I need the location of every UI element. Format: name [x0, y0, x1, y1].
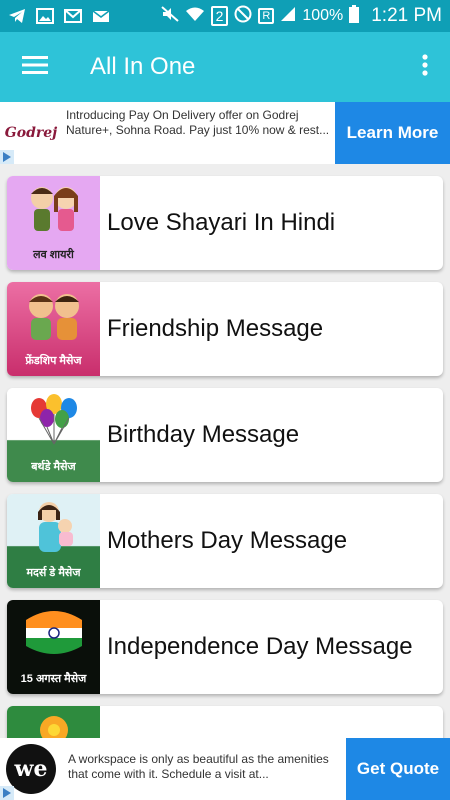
app-title: All In One	[90, 53, 196, 80]
item-thumbnail: फ्रेंडशिप मैसेज	[7, 282, 100, 376]
item-thumbnail: 15 अगस्त मैसेज	[7, 600, 100, 694]
block-icon	[234, 5, 252, 28]
battery-percent: 100%	[302, 7, 344, 24]
thumbnail-caption: लव शायरी	[33, 249, 74, 261]
item-title: Independence Day Message	[107, 633, 413, 660]
gallery-icon	[36, 8, 54, 24]
tricolor-flag-icon	[22, 606, 86, 665]
learn-more-button[interactable]: Learn More	[335, 102, 450, 164]
list-item[interactable]: मदर्स डे मैसेज Mothers Day Message	[7, 494, 443, 588]
menu-button[interactable]	[0, 32, 70, 102]
mute-icon	[160, 5, 179, 27]
item-title: Love Shayari In Hindi	[107, 209, 336, 236]
get-quote-button[interactable]: Get Quote	[346, 738, 450, 800]
item-title: Friendship Message	[107, 315, 324, 342]
item-title: Mothers Day Message	[107, 527, 348, 554]
telegram-icon	[8, 8, 26, 24]
list-item[interactable]: लव शायरी Love Shayari In Hindi	[7, 176, 443, 270]
hamburger-menu-icon	[22, 55, 48, 80]
list-item[interactable]	[7, 706, 443, 738]
gmail-icon	[64, 8, 82, 24]
adchoices-icon[interactable]	[0, 150, 14, 164]
balloons-icon	[19, 392, 89, 453]
category-list[interactable]: लव शायरी Love Shayari In Hindi फ्रेंडशिप…	[0, 164, 450, 738]
clock: 1:21 PM	[371, 5, 442, 26]
ad-text: A workspace is only as beautiful as the …	[68, 752, 329, 781]
ad-text: Introducing Pay On Delivery offer on God…	[66, 108, 330, 137]
wifi-icon	[185, 6, 205, 27]
thumbnail-caption: मदर्स डे मैसेज	[26, 567, 81, 579]
more-vert-icon	[422, 53, 428, 81]
roaming-badge: R	[258, 8, 275, 24]
bottom-banner-ad[interactable]: we A workspace is only as beautiful as t…	[0, 738, 450, 800]
adchoices-icon[interactable]	[0, 786, 14, 800]
notification-icons	[8, 8, 161, 24]
friends-illustration-icon	[19, 288, 89, 349]
couple-illustration-icon	[22, 182, 86, 243]
signal-icon	[280, 6, 296, 27]
list-item[interactable]: बर्थडे मैसेज Birthday Message	[7, 388, 443, 482]
thumbnail-caption: फ्रेंडशिप मैसेज	[25, 355, 82, 367]
thumbnail-caption: बर्थडे मैसेज	[31, 461, 76, 473]
more-options-button[interactable]	[400, 32, 450, 102]
thumbnail-caption: 15 अगस्त मैसेज	[20, 673, 87, 685]
app-bar: All In One	[0, 32, 450, 102]
item-thumbnail	[7, 706, 100, 738]
battery-icon	[349, 4, 360, 28]
email-icon	[92, 8, 110, 24]
list-item[interactable]: 15 अगस्त मैसेज Independence Day Message	[7, 600, 443, 694]
top-banner-ad[interactable]: Godrej Introducing Pay On Delivery offer…	[0, 102, 450, 164]
flower-decoration-icon	[24, 710, 84, 738]
item-title	[100, 706, 443, 738]
item-title: Birthday Message	[107, 421, 300, 448]
sim-badge: 2	[210, 6, 229, 26]
item-thumbnail: लव शायरी	[7, 176, 100, 270]
list-item[interactable]: फ्रेंडशिप मैसेज Friendship Message	[7, 282, 443, 376]
mother-child-icon	[19, 498, 89, 561]
status-bar: 2 R 100% 1:21 PM	[0, 0, 450, 32]
item-thumbnail: मदर्स डे मैसेज	[7, 494, 100, 588]
item-thumbnail: बर्थडे मैसेज	[7, 388, 100, 482]
system-icons: 2 R 100% 1:21 PM	[160, 4, 442, 28]
godrej-logo: Godrej	[4, 125, 58, 141]
